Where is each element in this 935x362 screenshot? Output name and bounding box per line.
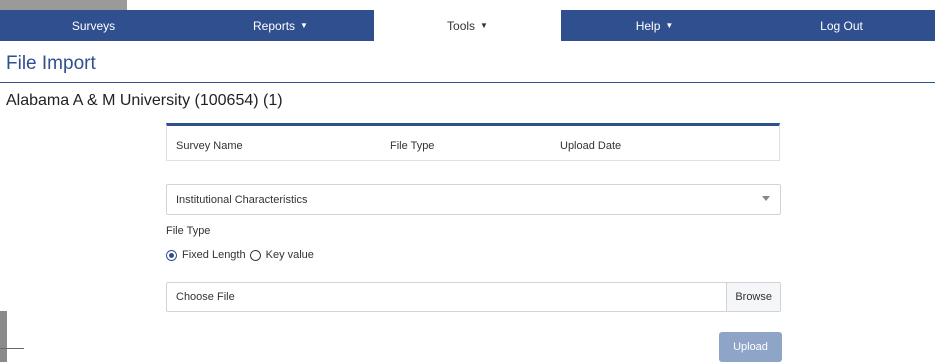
radio-selected-dot <box>169 252 174 258</box>
corner-tab <box>0 0 127 10</box>
survey-select-value: Institutional Characteristics <box>176 193 308 206</box>
radio-key-value-label[interactable]: Key value <box>266 249 314 261</box>
nav-help-label: Help <box>635 18 661 33</box>
nav-tools[interactable]: Tools ▼ <box>374 10 561 41</box>
chevron-down-icon <box>762 196 770 201</box>
upload-button[interactable]: Upload <box>719 332 782 362</box>
radio-fixed-length[interactable] <box>166 249 177 261</box>
page-title: File Import <box>6 53 96 74</box>
file-chooser-placeholder: Choose File <box>176 291 235 303</box>
column-header-file-type: File Type <box>390 140 435 152</box>
nav-reports-label: Reports <box>253 18 296 33</box>
column-header-upload-date: Upload Date <box>560 140 622 152</box>
nav-reports[interactable]: Reports ▼ <box>187 10 374 41</box>
file-type-label: File Type <box>166 225 211 237</box>
nav-surveys[interactable]: Surveys <box>0 10 187 41</box>
survey-select[interactable]: Institutional Characteristics <box>166 184 781 215</box>
browse-button[interactable]: Browse <box>726 283 780 311</box>
radio-fixed-length-label[interactable]: Fixed Length <box>182 249 246 261</box>
title-divider <box>0 82 935 83</box>
column-header-survey-name: Survey Name <box>176 140 243 152</box>
nav-logout[interactable]: Log Out <box>748 10 935 41</box>
top-navbar: Surveys Reports ▼ Tools ▼ Help ▼ Log Out <box>0 10 935 41</box>
file-chooser[interactable]: Choose File Browse <box>166 282 781 312</box>
radio-key-value[interactable] <box>249 249 261 261</box>
nav-logout-label: Log Out <box>820 18 863 33</box>
caret-down-icon: ▼ <box>665 21 674 30</box>
nav-help[interactable]: Help ▼ <box>561 10 748 41</box>
side-mark-line <box>0 348 24 349</box>
file-type-radio-group: Fixed Length Key value <box>166 249 318 261</box>
caret-down-icon: ▼ <box>300 21 308 30</box>
institution-heading: Alabama A & M University (100654) (1) <box>6 92 283 109</box>
nav-tools-label: Tools <box>447 18 476 33</box>
side-mark <box>0 311 7 362</box>
nav-surveys-label: Surveys <box>71 18 116 33</box>
survey-table: Survey Name File Type Upload Date <box>166 123 780 161</box>
caret-down-icon: ▼ <box>480 21 488 30</box>
